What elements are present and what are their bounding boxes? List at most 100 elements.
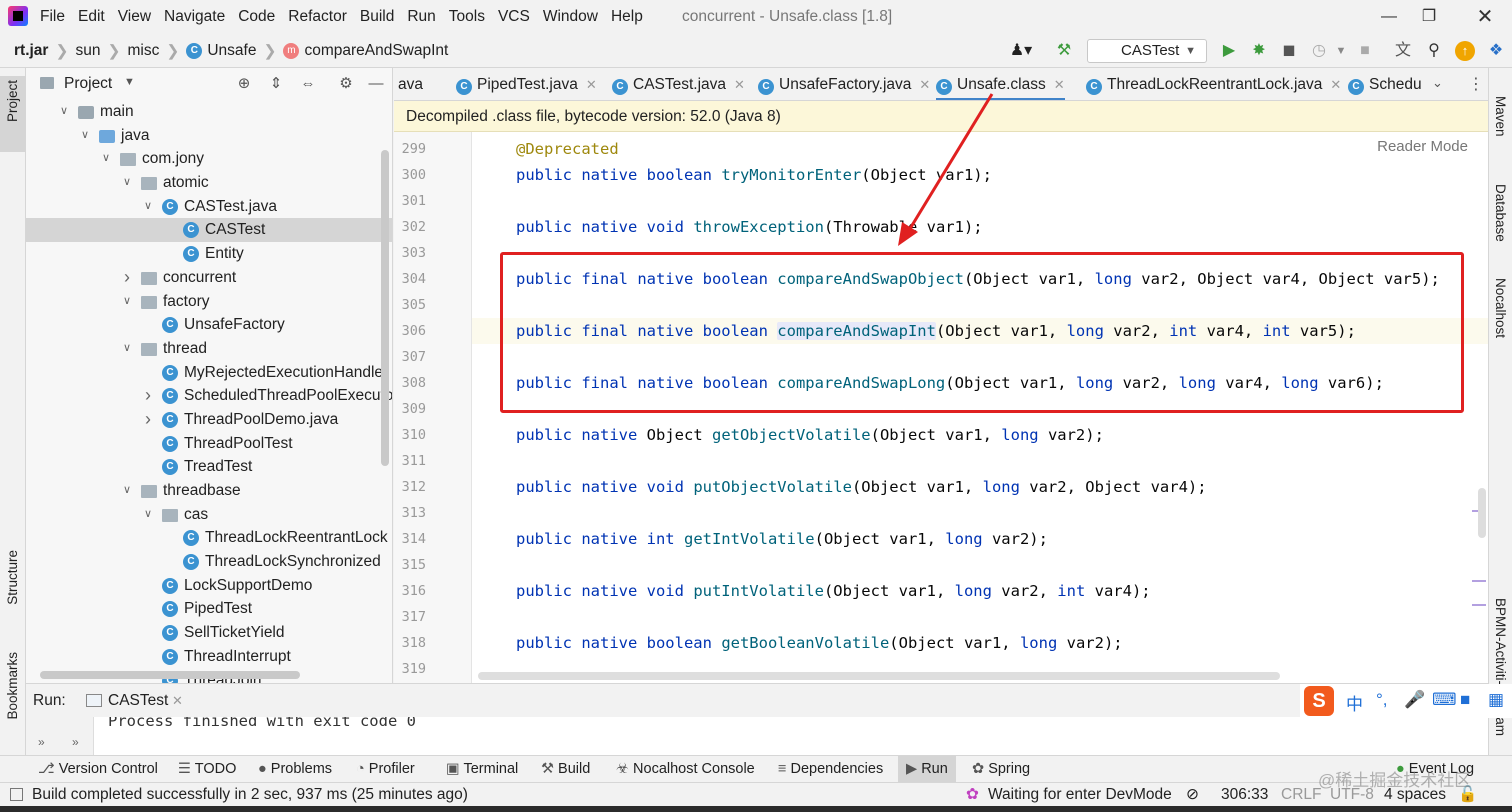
tree-item[interactable]: UnsafeFactory (26, 313, 392, 337)
tree-item[interactable]: ThreadLockReentrantLock (26, 526, 392, 550)
menu-help[interactable]: Help (611, 0, 643, 34)
expand-all-icon[interactable]: ⇕ (266, 74, 286, 94)
close-tab-icon[interactable]: ✕ (1330, 77, 1341, 92)
chevron-down-icon[interactable]: ∨ (121, 290, 133, 314)
tool-window-run[interactable]: ▶ Run (898, 756, 956, 783)
menu-vcs[interactable]: VCS (498, 0, 530, 34)
tab-castest-java[interactable]: C CASTest.java ✕ (612, 68, 745, 100)
run-icon[interactable]: ▶ (1219, 41, 1239, 61)
chevron-down-icon[interactable]: ∨ (100, 147, 112, 171)
chevron-right-icon[interactable]: › (121, 266, 133, 290)
hide-icon[interactable]: — (366, 74, 386, 94)
menu-view[interactable]: View (118, 0, 151, 34)
code-line[interactable]: public native void throwException(Throwa… (516, 214, 983, 240)
tab-threadlockreentrantlock-java[interactable]: C ThreadLockReentrantLock.java ✕ (1086, 68, 1341, 100)
close-tab-icon[interactable]: ✕ (172, 684, 183, 717)
close-tab-icon[interactable]: ✕ (734, 77, 745, 92)
tool-window-version-control[interactable]: ⎇ Version Control (38, 756, 158, 783)
menu-window[interactable]: Window (543, 0, 598, 34)
breadcrumb-sun[interactable]: sun (75, 42, 100, 60)
tree-item[interactable]: ∨ java (26, 124, 392, 148)
vcs-icon[interactable]: ⊘ (1186, 783, 1199, 807)
tab-schedu[interactable]: C Schedu (1348, 68, 1422, 100)
tree-item[interactable]: ThreadLockSynchronized (26, 550, 392, 574)
menu-file[interactable]: File (40, 0, 65, 34)
strip-maven[interactable]: Maven (1493, 96, 1508, 137)
stop-icon[interactable]: ■ (1355, 41, 1375, 61)
code-line[interactable]: public native void putIntVolatile(Object… (516, 578, 1151, 604)
tool-window-todo[interactable]: ☰ TODO (178, 756, 236, 783)
tree-item[interactable]: ∨ com.jony (26, 147, 392, 171)
coverage-icon[interactable]: ◼ (1279, 41, 1299, 61)
chevron-right-icon[interactable]: › (142, 384, 154, 408)
close-tab-icon[interactable]: ✕ (1054, 77, 1065, 92)
plugin-icon[interactable]: ❖ (1486, 41, 1506, 61)
menu-run[interactable]: Run (407, 0, 435, 34)
editor-hscrollbar[interactable] (478, 672, 1280, 680)
code-line[interactable]: public native boolean getBooleanVolatile… (516, 630, 1123, 656)
tree-item[interactable]: TreadTest (26, 455, 392, 479)
chevron-down-icon-2[interactable]: ▼ (1331, 41, 1351, 61)
menu-navigate[interactable]: Navigate (164, 0, 225, 34)
tab-unsafefactory-java[interactable]: C UnsafeFactory.java ✕ (758, 68, 930, 100)
tree-item[interactable]: › ThreadPoolDemo.java (26, 408, 392, 432)
menu-build[interactable]: Build (360, 0, 394, 34)
menu-code[interactable]: Code (238, 0, 275, 34)
cursor-position[interactable]: 306:33 (1221, 783, 1268, 807)
expand-icon[interactable]: » (38, 735, 45, 749)
tree-item[interactable]: ThreadInterrupt (26, 645, 392, 669)
menu-edit[interactable]: Edit (78, 0, 105, 34)
collapse-all-icon[interactable]: ⇔ (298, 74, 318, 94)
tab-unsafe-class[interactable]: C Unsafe.class ✕ (936, 68, 1065, 100)
tool-window-problems[interactable]: ● Problems (258, 756, 332, 783)
tree-item[interactable]: ∨ cas (26, 503, 392, 527)
breadcrumb-method[interactable]: compareAndSwapInt (304, 42, 448, 60)
code-line[interactable]: public native void putObjectVolatile(Obj… (516, 474, 1207, 500)
chevron-down-icon[interactable]: ∨ (121, 171, 133, 195)
chevron-down-icon[interactable]: ∨ (121, 337, 133, 361)
breadcrumb-misc[interactable]: misc (127, 42, 159, 60)
code-line[interactable]: public native int getIntVolatile(Object … (516, 526, 1048, 552)
locate-icon[interactable]: ⊕ (234, 74, 254, 94)
devmode-status[interactable]: Waiting for enter DevMode (988, 783, 1172, 807)
chevron-down-icon[interactable]: ∨ (58, 100, 70, 124)
tab-pipedtest-java[interactable]: C PipedTest.java ✕ (456, 68, 597, 100)
chevron-down-icon[interactable]: ∨ (142, 503, 154, 527)
close-tab-icon[interactable]: ✕ (586, 77, 597, 92)
tool-window-build[interactable]: ⚒ Build (541, 756, 590, 783)
expand-icon-2[interactable]: » (72, 735, 79, 749)
tree-item[interactable]: ∨ threadbase (26, 479, 392, 503)
sogou-logo-icon[interactable]: S (1304, 686, 1334, 716)
debug-icon[interactable]: ✸ (1249, 41, 1269, 61)
user-icon[interactable]: ♟▾ (1006, 41, 1036, 61)
editor-vscrollbar[interactable] (1478, 488, 1486, 538)
tree-item[interactable]: CASTest (26, 218, 392, 243)
more-icon[interactable]: ⋮ (1468, 74, 1484, 94)
status-message[interactable]: Build completed successfully in 2 sec, 9… (32, 783, 468, 807)
profile-icon[interactable]: ◷ (1309, 41, 1329, 61)
tree-item[interactable]: ∨ main (26, 100, 392, 124)
chevron-down-icon[interactable]: ∨ (142, 195, 154, 219)
code-line[interactable]: public native boolean tryMonitorEnter(Ob… (516, 162, 992, 188)
code-line[interactable]: @Deprecated (516, 136, 619, 162)
close-tab-icon[interactable]: ✕ (919, 77, 930, 92)
tree-item[interactable]: PipedTest (26, 597, 392, 621)
ime-punct-icon[interactable]: °, (1376, 690, 1388, 710)
strip-nocalhost[interactable]: Nocalhost (1493, 278, 1508, 338)
project-panel-title[interactable]: Project (64, 68, 112, 100)
tree-item[interactable]: ThreadPoolTest (26, 432, 392, 456)
code-line[interactable]: public native Object getObjectVolatile(O… (516, 422, 1104, 448)
chevron-down-icon-3[interactable]: ▼ (124, 76, 135, 88)
strip-database[interactable]: Database (1493, 184, 1508, 242)
reader-mode-toggle[interactable]: Reader Mode (1377, 138, 1468, 155)
chevron-down-icon-4[interactable]: ⌄ (1432, 75, 1443, 91)
chevron-down-icon[interactable]: ∨ (79, 124, 91, 148)
menu-tools[interactable]: Tools (449, 0, 485, 34)
status-square-icon[interactable] (10, 788, 23, 801)
build-hammer-icon[interactable]: ⚒ (1054, 41, 1074, 61)
strip-bookmarks[interactable]: Bookmarks (5, 652, 20, 720)
project-hscrollbar[interactable] (40, 671, 300, 679)
close-icon[interactable]: ✕ (1462, 0, 1508, 34)
menu-refactor[interactable]: Refactor (288, 0, 347, 34)
search-icon[interactable]: ⚲ (1424, 41, 1444, 61)
